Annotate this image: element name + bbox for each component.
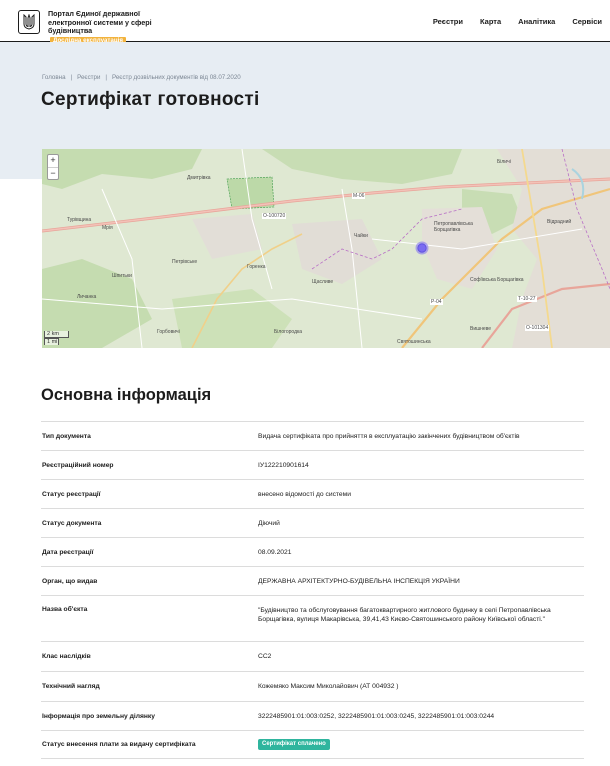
table-row: Технічний нагляд Кожемяко Максим Миколай… — [41, 671, 584, 701]
row-value-cell: Сертифікат сплачено — [258, 739, 584, 750]
trident-logo-icon[interactable] — [18, 10, 40, 34]
row-value: 3222485901:01:003:0252, 3222485901:01:00… — [258, 712, 495, 720]
map-label: Горенка — [247, 264, 266, 270]
row-value: Кожемяко Максим Миколайович (АТ 004932 ) — [258, 683, 399, 690]
map-label: Щасливе — [312, 279, 334, 285]
row-value: внесено відомості до системи — [258, 490, 351, 498]
table-row: Інформація про земельну ділянку 32224859… — [41, 701, 584, 730]
map-label: Дмитрівка — [187, 175, 211, 181]
portal-brand[interactable]: Портал Єдиної державної електронної сист… — [48, 9, 166, 45]
payment-status-badge: Сертифікат сплачено — [258, 739, 330, 750]
nav-analytics[interactable]: Аналітика — [518, 17, 555, 26]
row-label: Статус реєстрації — [42, 490, 101, 498]
row-value: ДЕРЖАВНА АРХІТЕКТУРНО-БУДІВЕЛЬНА ІНСПЕКЦ… — [258, 577, 460, 585]
map-zoom-control: + − — [47, 154, 59, 180]
row-value: Видача сертифіката про прийняття в експл… — [258, 432, 520, 440]
table-row: Статус реєстрації внесено відомості до с… — [41, 479, 584, 508]
map-label: Софіївська Борщагівка — [470, 277, 524, 283]
info-table: Тип документа Видача сертифіката про при… — [41, 421, 584, 759]
map-label: Чайки — [354, 233, 368, 239]
scale-mi: 1 mi — [44, 338, 59, 345]
table-row: Орган, що видав ДЕРЖАВНА АРХІТЕКТУРНО-БУ… — [41, 566, 584, 595]
map-road-label: О-100720 — [262, 213, 287, 219]
breadcrumb: Головна | Реєстри | Реєстр дозвільних до… — [42, 74, 241, 81]
zoom-in-button[interactable]: + — [48, 155, 58, 167]
location-map[interactable]: Турівщина Мрія Дмитрівка Петрівське Горе… — [42, 149, 610, 348]
zoom-out-button[interactable]: − — [48, 167, 58, 179]
map-road-label: Т-10-27 — [517, 296, 537, 302]
nav-services[interactable]: Сервіси — [572, 17, 602, 26]
map-road-label: О-101304 — [525, 325, 550, 331]
map-scale: 2 km 1 mi — [44, 331, 69, 345]
main-nav: Реєстри Карта Аналітика Сервіси — [433, 17, 602, 26]
nav-registers[interactable]: Реєстри — [433, 17, 463, 26]
map-label: Білогородка — [274, 329, 303, 335]
map-label: Личанка — [77, 294, 97, 300]
table-row: Тип документа Видача сертифіката про при… — [41, 421, 584, 450]
breadcrumb-current: Реєстр дозвільних документів від 08.07.2… — [112, 74, 241, 81]
map-label: Святошинська — [397, 339, 431, 345]
row-label: Статус внесення плати за видачу сертифік… — [42, 741, 196, 748]
map-label: Турівщина — [67, 217, 92, 223]
breadcrumb-home[interactable]: Головна — [42, 74, 66, 81]
nav-map[interactable]: Карта — [480, 17, 501, 26]
row-value: 08.09.2021 — [258, 548, 292, 556]
breadcrumb-registers[interactable]: Реєстри — [77, 74, 100, 81]
row-value: СС2 — [258, 653, 272, 660]
map-label: Шпитьки — [112, 273, 132, 279]
map-tiles — [42, 149, 610, 348]
map-road-label: Р-04 — [430, 299, 443, 305]
breadcrumb-separator: | — [105, 74, 108, 81]
map-label: Вишневе — [470, 326, 492, 332]
table-row: Реєстраційний номер ІУ122210901614 — [41, 450, 584, 479]
row-label: Технічний нагляд — [42, 683, 100, 690]
row-value: Діючий — [258, 519, 280, 527]
row-value: ІУ122210901614 — [258, 461, 309, 469]
row-label: Назва об'єкта — [42, 606, 88, 613]
row-value: "Будівництво та обслуговування багатоква… — [258, 607, 551, 623]
row-label: Статус документа — [42, 519, 102, 527]
table-row: Назва об'єкта "Будівництво та обслуговув… — [41, 595, 584, 641]
table-row: Дата реєстрації 08.09.2021 — [41, 537, 584, 566]
breadcrumb-separator: | — [70, 74, 73, 81]
table-row: Клас наслідків СС2 — [41, 641, 584, 671]
table-row: Статус внесення плати за видачу сертифік… — [41, 730, 584, 759]
page-title: Сертифікат готовності — [41, 89, 260, 110]
scale-km: 2 km — [44, 331, 69, 338]
top-header: Портал Єдиної державної електронної сист… — [0, 0, 610, 45]
map-label: Петропавлівська Борщагівка — [434, 221, 473, 233]
map-label: Відрадний — [547, 219, 572, 225]
map-road-label: М-06 — [352, 193, 366, 199]
row-label: Тип документа — [42, 432, 91, 440]
brand-line-3-text: будівництва — [48, 26, 93, 36]
section-title: Основна інформація — [41, 386, 212, 404]
row-label: Орган, що видав — [42, 577, 98, 585]
row-label: Клас наслідків — [42, 653, 91, 660]
table-row: Статус документа Діючий — [41, 508, 584, 537]
row-label: Інформація про земельну ділянку — [42, 712, 155, 720]
map-label: Мрія — [102, 225, 113, 231]
row-label: Дата реєстрації — [42, 548, 94, 556]
map-label: Петрівське — [172, 259, 198, 265]
map-label: Біличі — [497, 159, 511, 165]
row-label: Реєстраційний номер — [42, 461, 114, 469]
map-label: Горбовичі — [157, 329, 180, 335]
